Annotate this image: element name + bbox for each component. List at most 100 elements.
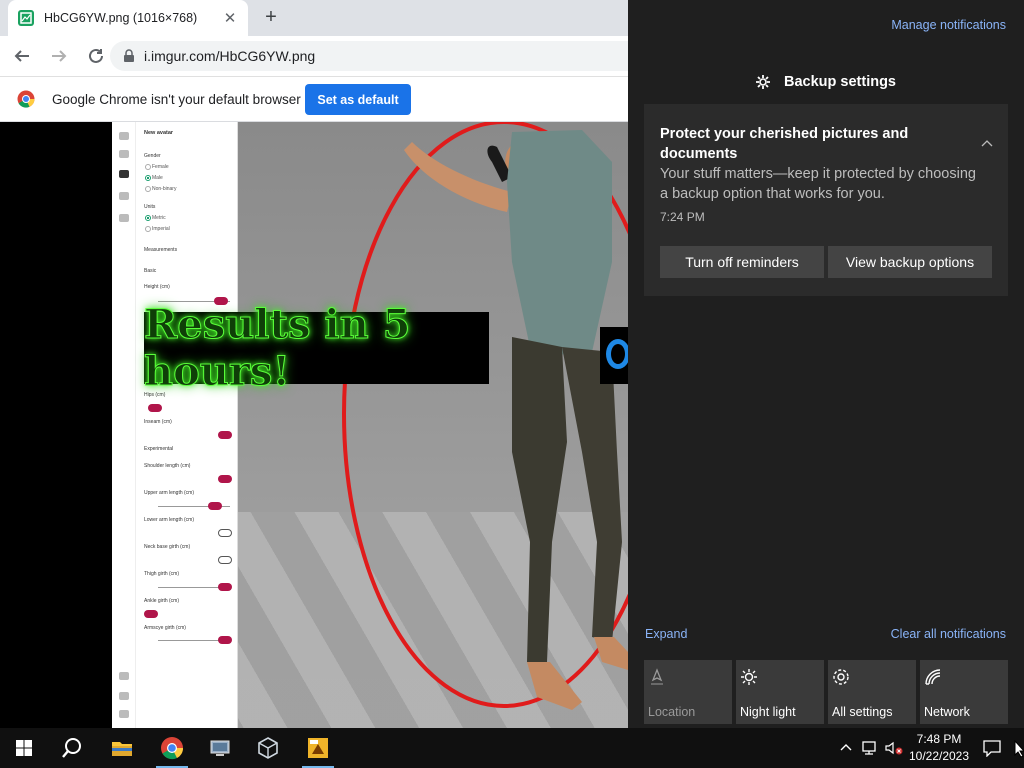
rail-photo-icon xyxy=(119,192,129,200)
quick-action-night-light[interactable]: Night light xyxy=(736,660,824,724)
backup-settings-header: Backup settings xyxy=(628,74,1024,90)
search-button[interactable] xyxy=(48,728,96,768)
start-icon xyxy=(16,740,32,756)
notification-app-name: Backup settings xyxy=(784,74,896,90)
panel-title: New avatar xyxy=(144,130,174,136)
radio-female xyxy=(145,164,151,170)
avatar-left-leg xyxy=(512,337,567,662)
height-label: Height (cm) xyxy=(144,284,170,290)
gear-icon xyxy=(756,75,770,89)
radio-imperial xyxy=(145,226,151,232)
system-clock[interactable]: 7:48 PM 10/22/2023 xyxy=(904,731,974,765)
lock-icon xyxy=(124,49,134,62)
gender-option-non-binary: Non-binary xyxy=(152,186,177,192)
lower-arm-value-pill xyxy=(218,529,232,537)
chevron-up-icon[interactable] xyxy=(838,740,854,756)
system-tray xyxy=(838,728,904,768)
image-favicon-icon xyxy=(18,10,34,26)
ankle-value-pill xyxy=(144,610,158,618)
secondary-ad-banner xyxy=(600,327,628,384)
units-option-metric: Metric xyxy=(152,215,166,221)
rail-logo-icon xyxy=(119,132,129,140)
inseam-value-pill xyxy=(218,431,232,439)
rail-settings-icon xyxy=(119,672,129,680)
chevron-up-icon[interactable] xyxy=(980,136,994,150)
start-button[interactable] xyxy=(0,728,48,768)
quick-action-network[interactable]: Network xyxy=(920,660,1008,724)
results-ad-banner: Results in 5 hours! xyxy=(144,301,489,396)
chrome-window: HbCG6YW.png (1016×768) ✕ + i.imgur.com/H… xyxy=(0,0,628,728)
network-wired-icon[interactable] xyxy=(860,740,880,756)
rail-share-icon xyxy=(119,214,129,222)
taskbar-vm-app[interactable] xyxy=(196,728,244,768)
avatar-shirt xyxy=(507,130,612,357)
taskbar-app[interactable] xyxy=(294,728,342,768)
shoulder-value-pill xyxy=(218,475,232,483)
arrow-right-icon xyxy=(52,50,67,62)
avatar-left-foot xyxy=(527,662,582,710)
rail-edit-icon xyxy=(119,170,129,178)
view-backup-options-button[interactable]: View backup options xyxy=(828,246,992,278)
displayed-image: New avatar Gender Female Male Non-binary… xyxy=(112,122,628,728)
ad-text: Results in 5 hours! xyxy=(144,301,411,396)
browser-tab[interactable]: HbCG6YW.png (1016×768) ✕ xyxy=(8,0,248,36)
address-bar[interactable]: i.imgur.com/HbCG6YW.png xyxy=(110,41,628,71)
network-label: Network xyxy=(924,705,970,719)
basic-section-label: Basic xyxy=(144,268,157,274)
manage-notifications-link[interactable]: Manage notifications xyxy=(891,18,1006,32)
radio-male xyxy=(145,175,151,181)
arrow-left-icon xyxy=(14,50,29,62)
new-tab-button[interactable]: + xyxy=(260,6,282,28)
infobar-message: Google Chrome isn't your default browser xyxy=(52,91,301,107)
reload-button[interactable] xyxy=(80,40,112,72)
rail-home-icon xyxy=(119,150,129,158)
notification-icon xyxy=(983,740,1001,757)
avatar-right-leg xyxy=(562,347,622,642)
quick-action-all-settings[interactable]: All settings xyxy=(828,660,916,724)
hips-value-pill xyxy=(148,404,162,412)
taskbar-chrome[interactable] xyxy=(148,728,196,768)
action-center: Manage notifications Backup settings Pro… xyxy=(628,0,1024,728)
backup-notification-card[interactable]: Protect your cherished pictures and docu… xyxy=(644,104,1008,296)
rail-user-icon xyxy=(119,710,129,718)
field-thigh-girth: Thigh girth (cm) xyxy=(144,571,180,577)
clear-all-notifications-link[interactable]: Clear all notifications xyxy=(891,627,1006,641)
default-browser-infobar: Google Chrome isn't your default browser… xyxy=(0,76,628,122)
field-shoulder-length: Shoulder length (cm) xyxy=(144,463,191,469)
thigh-value-pill xyxy=(218,583,232,591)
volume-muted-icon[interactable] xyxy=(884,740,904,756)
forward-button[interactable] xyxy=(43,40,75,72)
measurements-label: Measurements xyxy=(144,247,178,253)
action-center-button[interactable] xyxy=(976,728,1008,768)
taskbar-virtualbox[interactable] xyxy=(244,728,292,768)
tab-title: HbCG6YW.png (1016×768) xyxy=(44,11,198,25)
units-label: Units xyxy=(144,204,156,210)
turn-off-reminders-button[interactable]: Turn off reminders xyxy=(660,246,824,278)
quick-action-location[interactable]: Location xyxy=(644,660,732,724)
location-label: Location xyxy=(648,705,696,719)
set-as-default-button[interactable]: Set as default xyxy=(305,84,411,115)
avatar-right-foot xyxy=(594,637,628,670)
virtualbox-icon xyxy=(258,737,278,759)
app-icon xyxy=(308,738,328,758)
gender-option-male: Male xyxy=(152,175,163,181)
tab-close-icon[interactable]: ✕ xyxy=(222,9,238,27)
page-viewport: New avatar Gender Female Male Non-binary… xyxy=(0,122,628,728)
chrome-logo-icon xyxy=(17,90,35,108)
armscye-value-pill xyxy=(218,636,232,644)
search-icon xyxy=(62,738,81,758)
back-button[interactable] xyxy=(6,40,38,72)
all-settings-label: All settings xyxy=(832,705,893,719)
mouse-cursor-icon xyxy=(1014,740,1024,758)
network-icon xyxy=(925,669,941,685)
gender-label: Gender xyxy=(144,153,161,159)
tab-strip: HbCG6YW.png (1016×768) ✕ + xyxy=(0,0,628,36)
taskbar: 7:48 PM 10/22/2023 xyxy=(0,728,1024,768)
field-upper-arm-length: Upper arm length (cm) xyxy=(144,490,195,496)
vm-icon xyxy=(210,740,230,756)
expand-link[interactable]: Expand xyxy=(645,627,687,641)
notification-time: 7:24 PM xyxy=(660,210,705,224)
taskbar-file-explorer[interactable] xyxy=(98,728,146,768)
location-icon xyxy=(651,668,663,685)
browser-toolbar: i.imgur.com/HbCG6YW.png xyxy=(0,36,628,76)
